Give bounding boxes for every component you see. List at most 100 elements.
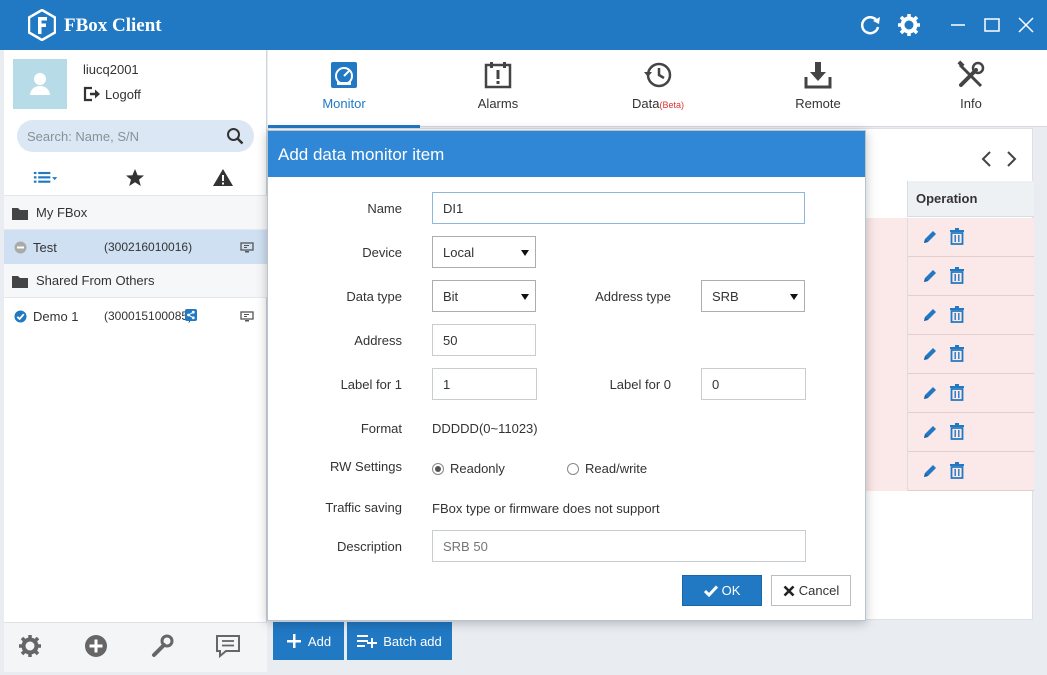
- folder-icon: [12, 207, 28, 220]
- ok-label: OK: [721, 583, 741, 598]
- settings-gear-icon[interactable]: [896, 12, 922, 38]
- device-select[interactable]: Local: [432, 236, 536, 268]
- traffic-saving-value: FBox type or firmware does not support: [432, 501, 660, 516]
- cancel-button[interactable]: Cancel: [771, 575, 851, 606]
- tab-label: Info: [960, 96, 982, 111]
- tab-remote[interactable]: Remote: [742, 50, 894, 127]
- fbox-item-test[interactable]: Test (300216010016): [4, 230, 267, 264]
- dropdown-caret-icon: [790, 294, 798, 300]
- delete-trash-icon[interactable]: [950, 462, 964, 479]
- share-icon: [185, 309, 197, 321]
- table-row: [907, 374, 1034, 413]
- fbox-item-demo-1[interactable]: Demo 1 (300015100085): [4, 299, 267, 333]
- delete-trash-icon[interactable]: [950, 306, 964, 323]
- address-type-label: Address type: [595, 289, 671, 304]
- app-title: FBox Client: [64, 15, 162, 36]
- tab-label-text: Data: [632, 96, 660, 111]
- main-nav: Monitor Alarms Data(Beta) Remote Info: [268, 50, 1047, 128]
- wrench-icon[interactable]: [148, 632, 176, 660]
- ok-button[interactable]: OK: [682, 575, 762, 606]
- edit-pencil-icon[interactable]: [922, 463, 938, 479]
- delete-trash-icon[interactable]: [950, 423, 964, 440]
- delete-trash-icon[interactable]: [950, 228, 964, 245]
- maximize-icon[interactable]: [979, 12, 1005, 38]
- delete-trash-icon[interactable]: [950, 384, 964, 401]
- chevron-right-icon[interactable]: [1007, 151, 1017, 167]
- fbox-logo-icon: [28, 9, 56, 41]
- logoff-label: Logoff: [105, 86, 141, 102]
- tab-info[interactable]: Info: [895, 50, 1047, 127]
- tab-label: Monitor: [322, 96, 366, 111]
- minimize-icon[interactable]: [945, 12, 971, 38]
- chevron-left-icon[interactable]: [981, 151, 991, 167]
- device-label: Device: [362, 245, 402, 260]
- favorites-star-icon[interactable]: [122, 166, 148, 190]
- list-view-icon[interactable]: [33, 166, 59, 190]
- plus-icon: [286, 634, 301, 648]
- label-for-0-input[interactable]: [701, 368, 806, 400]
- edit-pencil-icon[interactable]: [922, 268, 938, 284]
- rw-settings-label: RW Settings: [329, 459, 402, 474]
- warning-icon[interactable]: [210, 166, 236, 190]
- group-label: My FBox: [36, 205, 88, 220]
- search-box: [17, 120, 254, 152]
- tab-alarms[interactable]: Alarms: [422, 50, 574, 127]
- search-input[interactable]: [27, 127, 217, 145]
- batch-add-icon: [357, 635, 378, 648]
- close-icon[interactable]: [1013, 12, 1039, 38]
- edit-pencil-icon[interactable]: [922, 229, 938, 245]
- fbox-name: Demo 1: [33, 308, 79, 324]
- address-type-select[interactable]: SRB: [701, 280, 805, 312]
- edit-pencil-icon[interactable]: [922, 385, 938, 401]
- name-input[interactable]: [432, 192, 805, 224]
- add-button[interactable]: Add: [273, 622, 344, 660]
- format-value: DDDDD(0~11023): [432, 421, 538, 436]
- readwrite-radio[interactable]: Read/write: [567, 461, 647, 476]
- label-for-0-label: Label for 0: [609, 377, 671, 392]
- tab-data[interactable]: Data(Beta): [582, 50, 734, 127]
- chat-message-icon[interactable]: [214, 632, 242, 660]
- readwrite-label: Read/write: [585, 461, 648, 476]
- table-row: [907, 452, 1034, 491]
- username: liucq2001: [83, 62, 139, 77]
- delete-trash-icon[interactable]: [950, 345, 964, 362]
- label-for-1-input[interactable]: [432, 368, 537, 400]
- settings-gear-icon[interactable]: [16, 632, 44, 660]
- fbox-serial: (300015100085): [104, 309, 193, 323]
- dropdown-caret-icon: [521, 294, 529, 300]
- monitor-screen-icon[interactable]: [240, 242, 254, 253]
- search-icon[interactable]: [226, 127, 244, 145]
- dropdown-caret-icon: [521, 250, 529, 256]
- checkmark-icon: [703, 584, 718, 597]
- dialog-title: Add data monitor item: [268, 131, 865, 177]
- group-shared[interactable]: Shared From Others: [4, 264, 267, 298]
- batch-add-button[interactable]: Batch add: [347, 622, 452, 660]
- user-icon: [30, 73, 50, 95]
- table-row: [907, 257, 1034, 296]
- edit-pencil-icon[interactable]: [922, 424, 938, 440]
- readonly-radio[interactable]: Readonly: [432, 461, 505, 476]
- edit-pencil-icon[interactable]: [922, 307, 938, 323]
- delete-trash-icon[interactable]: [950, 267, 964, 284]
- operation-column-header: Operation: [907, 181, 1034, 217]
- tab-monitor[interactable]: Monitor: [268, 50, 420, 128]
- table-row: [907, 335, 1034, 374]
- fbox-name: Test: [33, 239, 57, 255]
- monitor-screen-icon[interactable]: [240, 311, 254, 322]
- label-for-1-label: Label for 1: [340, 377, 402, 392]
- group-my-fbox[interactable]: My FBox: [4, 196, 267, 230]
- folder-icon: [12, 275, 28, 288]
- add-circle-icon[interactable]: [82, 632, 110, 660]
- logoff-button[interactable]: Logoff: [83, 86, 141, 102]
- readonly-label: Readonly: [450, 461, 505, 476]
- avatar[interactable]: [13, 59, 67, 109]
- refresh-icon[interactable]: [857, 12, 883, 38]
- data-type-select[interactable]: Bit: [432, 280, 536, 312]
- add-monitor-item-dialog: Add data monitor item Name Device Local …: [267, 130, 866, 621]
- address-input[interactable]: [432, 324, 536, 356]
- device-value: Local: [443, 245, 475, 260]
- edit-pencil-icon[interactable]: [922, 346, 938, 362]
- download-icon: [804, 62, 832, 89]
- sidebar-filter-tabs: [4, 160, 267, 196]
- description-input[interactable]: [432, 530, 806, 562]
